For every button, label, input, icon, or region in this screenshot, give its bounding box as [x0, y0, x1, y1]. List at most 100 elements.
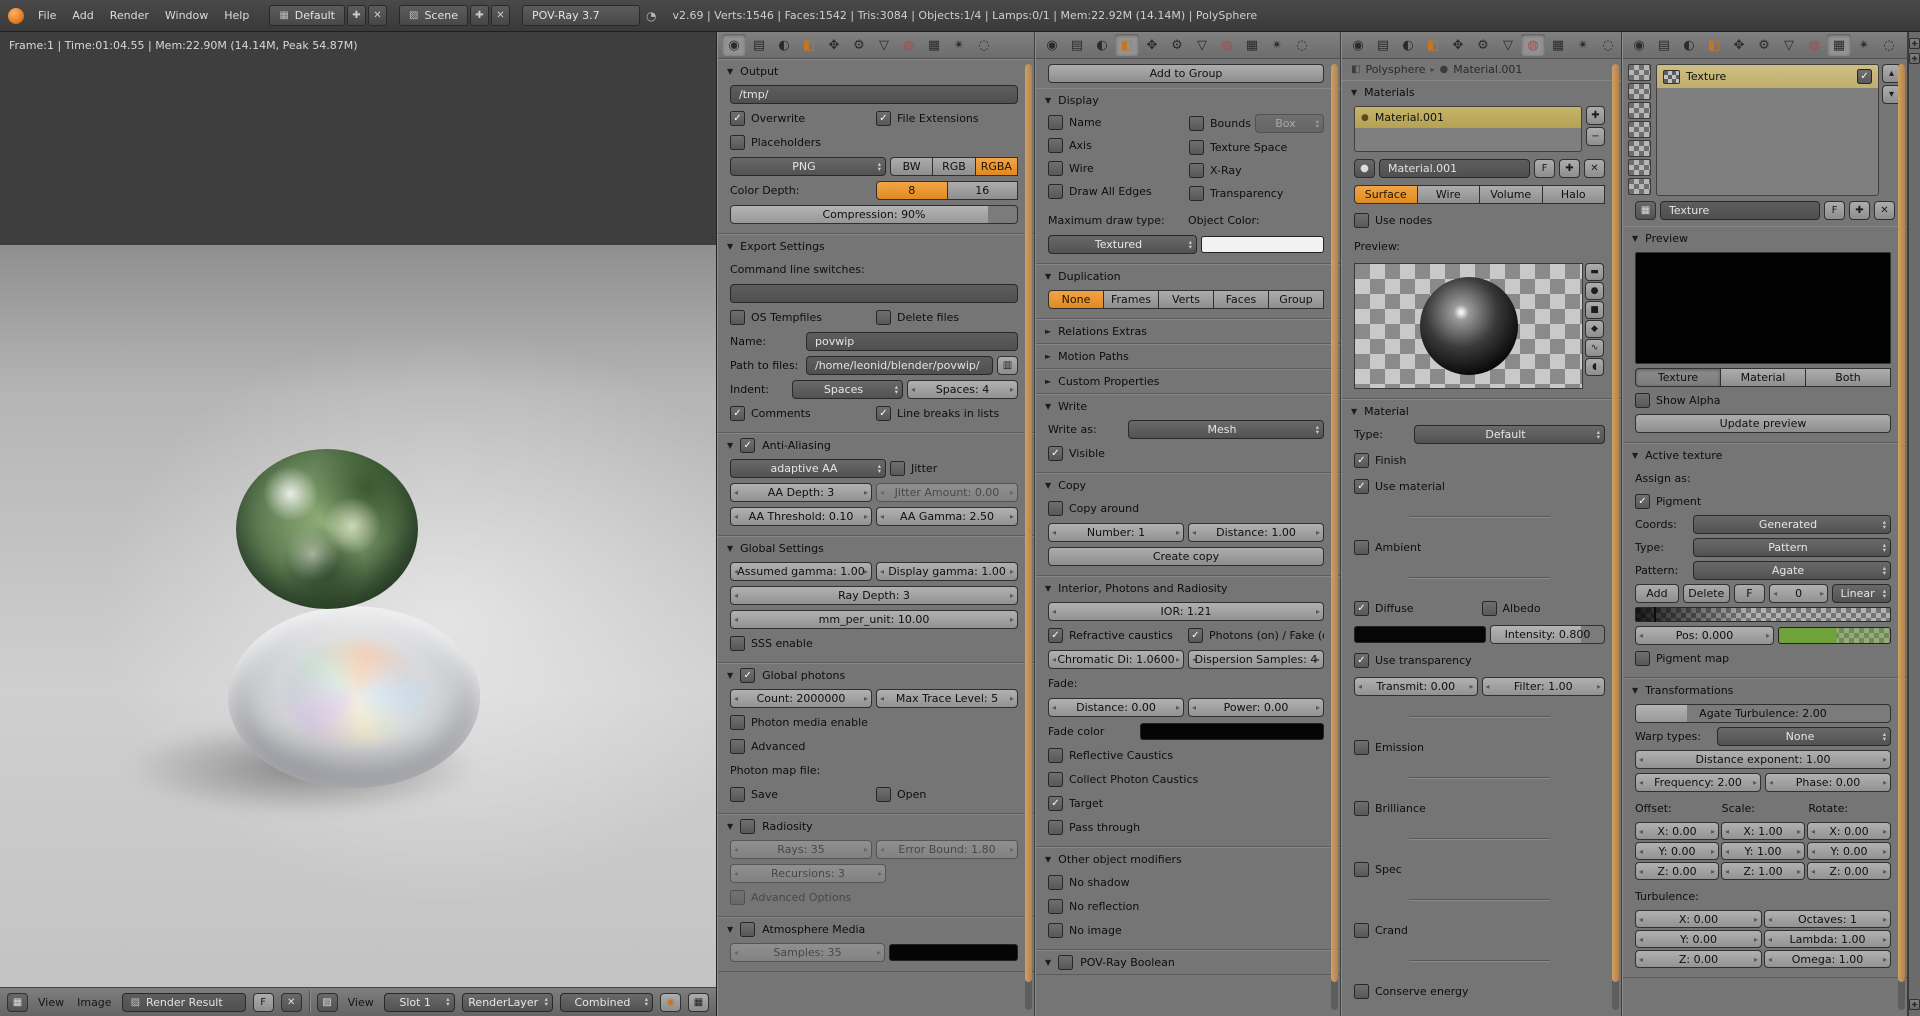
render-button-icon[interactable]: ◉ — [660, 993, 681, 1012]
image-menu[interactable]: Image — [74, 994, 114, 1011]
texture-slot-icon[interactable] — [1628, 83, 1651, 100]
view-menu[interactable]: View — [345, 994, 377, 1011]
fade-distance-field[interactable]: Distance: 0.00 — [1048, 698, 1184, 717]
unlink-texture-button[interactable]: ✕ — [1874, 201, 1895, 220]
ray-depth-field[interactable]: Ray Depth: 3 — [730, 586, 1018, 605]
texture-list-item[interactable]: Texture — [1657, 65, 1878, 88]
properties-tab-icon[interactable]: ◧ — [1702, 34, 1726, 56]
transform-rotate-field[interactable]: X: 0.00 — [1807, 822, 1891, 840]
properties-tab-icon[interactable]: ⚙ — [1752, 34, 1776, 56]
max-trace-level-field[interactable]: Max Trace Level: 5 — [876, 689, 1018, 708]
show-alpha-checkbox[interactable]: Show Alpha — [1635, 392, 1720, 409]
interpolation-dropdown[interactable]: Linear — [1832, 584, 1891, 603]
pattern-dropdown[interactable]: Agate — [1693, 561, 1891, 580]
placeholders-checkbox[interactable]: Placeholders — [730, 134, 872, 151]
scrollbar[interactable] — [1612, 64, 1619, 1010]
properties-tab-icon[interactable]: ▦ — [1546, 34, 1570, 56]
ior-field[interactable]: IOR: 1.21 — [1048, 602, 1324, 621]
reflective-caustics-checkbox[interactable]: Reflective Caustics — [1048, 747, 1173, 764]
transform-scale-field[interactable]: Z: 1.00 — [1721, 862, 1805, 880]
properties-tab-icon[interactable]: ◉ — [1627, 34, 1651, 56]
materials-panel-header[interactable]: Materials — [1342, 81, 1621, 104]
colorband[interactable] — [1635, 607, 1891, 622]
xray-checkbox[interactable]: X-Ray — [1189, 162, 1324, 179]
cmd-switches-field[interactable] — [730, 284, 1018, 303]
properties-tab-icon[interactable]: ▽ — [1496, 34, 1520, 56]
collect-photon-caustics-checkbox[interactable]: Collect Photon Caustics — [1048, 771, 1198, 788]
render-slot-dropdown[interactable]: Slot 1 — [384, 993, 455, 1012]
atmosphere-media-header[interactable]: Atmosphere Media — [718, 918, 1034, 941]
image-datablock-field[interactable]: ▨Render Result — [122, 993, 246, 1012]
preview-type-button[interactable]: ∿ — [1585, 339, 1604, 357]
layout-field[interactable]: ▦Default — [269, 5, 345, 26]
material-fake-user-button[interactable]: F — [1534, 159, 1555, 178]
material-name-field[interactable]: Material.001 — [1379, 159, 1530, 178]
add-scene-button[interactable]: ✚ — [470, 5, 489, 26]
browse-texture-button[interactable]: ▦ — [1635, 201, 1656, 220]
anti-aliasing-header[interactable]: Anti-Aliasing — [718, 434, 1034, 457]
anti-aliasing-enable-checkbox[interactable] — [740, 437, 755, 454]
active-texture-header[interactable]: Active texture — [1623, 444, 1907, 467]
display-gamma-field[interactable]: Display gamma: 1.00 — [876, 562, 1018, 581]
texture-slot-icon[interactable] — [1628, 102, 1651, 119]
turbulence-param-field[interactable]: Octaves: 1 — [1764, 910, 1891, 928]
expand-region-icon[interactable]: ✚ — [1909, 53, 1920, 64]
aa-gamma-field[interactable]: AA Gamma: 2.50 — [876, 507, 1018, 526]
other-modifiers-header[interactable]: Other object modifiers — [1036, 848, 1340, 871]
properties-tab-icon[interactable]: ▤ — [1652, 34, 1676, 56]
color-depth-button[interactable]: 16 — [948, 181, 1019, 200]
material-panel-header[interactable]: Material — [1342, 400, 1621, 423]
material-context-tab[interactable]: Surface — [1354, 185, 1418, 204]
povray-boolean-checkbox[interactable] — [1058, 954, 1073, 971]
write-as-dropdown[interactable]: Mesh — [1128, 420, 1324, 439]
use-material-checkbox[interactable]: Use material — [1354, 478, 1445, 495]
properties-tab-icon[interactable]: ◐ — [1090, 34, 1114, 56]
view-menu[interactable]: View — [35, 994, 67, 1011]
ambient-checkbox[interactable]: Ambient — [1354, 539, 1421, 556]
transparency-checkbox[interactable]: Transparency — [1189, 185, 1324, 202]
jitter-checkbox[interactable]: Jitter — [890, 460, 1018, 477]
chromatic-dispersion-field[interactable]: Chromatic Di: 1.0600 — [1048, 650, 1184, 669]
properties-tab-icon[interactable]: ✥ — [1446, 34, 1470, 56]
colorband-color-swatch[interactable] — [1778, 627, 1891, 644]
properties-tab-icon[interactable]: ▦ — [1827, 34, 1851, 56]
color-depth-button[interactable]: 8 — [876, 181, 948, 200]
material-slot-item[interactable]: ● Material.001 — [1355, 107, 1581, 128]
properties-tab-icon[interactable]: ▽ — [1190, 34, 1214, 56]
render-layer-dropdown[interactable]: RenderLayer — [462, 993, 553, 1012]
material-context-tab[interactable]: Volume — [1480, 185, 1543, 204]
file-extensions-checkbox[interactable]: File Extensions — [876, 110, 1018, 127]
render-engine-dropdown[interactable]: POV-Ray 3.7 — [522, 5, 640, 26]
pigment-radio[interactable]: Pigment — [1635, 493, 1701, 510]
delete-files-checkbox[interactable]: Delete files — [876, 309, 1018, 326]
add-to-group-button[interactable]: Add to Group — [1048, 64, 1324, 83]
assumed-gamma-field[interactable]: Assumed gamma: 1.00 — [730, 562, 872, 581]
new-material-button[interactable]: ✚ — [1559, 159, 1580, 178]
fade-color-swatch[interactable] — [1140, 723, 1324, 740]
texture-slot-icon[interactable] — [1628, 121, 1651, 138]
colorband-pos-field[interactable]: Pos: 0.000 — [1635, 626, 1774, 645]
unlink-material-button[interactable]: ✕ — [1584, 159, 1605, 178]
properties-tab-icon[interactable]: ▦ — [1240, 34, 1264, 56]
texture-slot-icon[interactable] — [1628, 64, 1651, 81]
properties-tab-icon[interactable]: ◧ — [797, 34, 821, 56]
properties-tab-icon[interactable]: ◧ — [1115, 34, 1139, 56]
add-layout-button[interactable]: ✚ — [347, 5, 366, 26]
texture-slot-icon[interactable] — [1628, 140, 1651, 157]
photon-open-checkbox[interactable]: Open — [876, 786, 1018, 803]
preview-type-button[interactable]: ▬ — [1585, 263, 1604, 281]
copy-number-field[interactable]: Number: 1 — [1048, 523, 1184, 542]
global-photons-enable-checkbox[interactable] — [740, 667, 755, 684]
properties-tab-icon[interactable]: ◍ — [897, 34, 921, 56]
brilliance-checkbox[interactable]: Brilliance — [1354, 800, 1426, 817]
phase-field[interactable]: Phase: 0.00 — [1765, 773, 1891, 792]
create-copy-button[interactable]: Create copy — [1048, 547, 1324, 566]
no-reflection-checkbox[interactable]: No reflection — [1048, 898, 1139, 915]
texture-fake-user-button[interactable]: F — [1824, 201, 1845, 220]
texture-name-field[interactable]: Texture — [1660, 201, 1820, 220]
properties-tab-icon[interactable]: ◉ — [1040, 34, 1064, 56]
properties-tab-icon[interactable]: ▽ — [872, 34, 896, 56]
turbulence-param-field[interactable]: Omega: 1.00 — [1764, 950, 1891, 968]
turbulence-param-field[interactable]: Lambda: 1.00 — [1764, 930, 1891, 948]
emission-checkbox[interactable]: Emission — [1354, 739, 1424, 756]
